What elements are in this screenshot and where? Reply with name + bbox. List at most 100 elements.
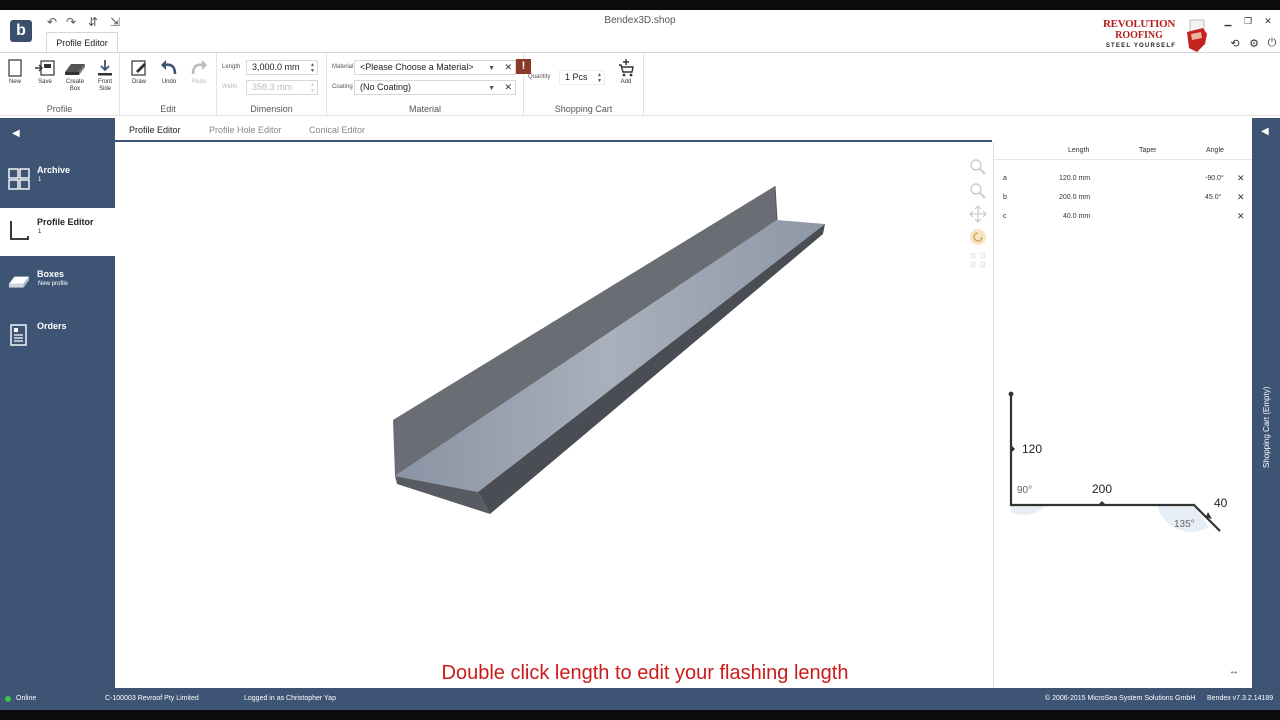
front-side-button[interactable]: Front Side [92, 59, 118, 93]
pan-icon[interactable] [969, 205, 987, 223]
sidebar-item-profile-editor[interactable]: Profile Editor 1 [0, 208, 115, 256]
group-label-profile: Profile [46, 104, 73, 114]
collapse-left-icon[interactable]: ◀ [12, 128, 20, 139]
redo-big-icon [191, 60, 207, 75]
delete-row-icon[interactable]: ✕ [1237, 211, 1245, 222]
sidebar-item-orders[interactable]: Orders [0, 312, 115, 360]
coating-select[interactable]: (No Coating) ▼ ✕ [354, 80, 516, 95]
base-face [395, 220, 825, 492]
quantity-stepper[interactable]: 1 Pcs ▲ ▼ [559, 70, 605, 85]
user-info: Logged in as Christopher Yap [244, 695, 336, 702]
undo-big-icon [161, 60, 177, 75]
new-button[interactable]: New [2, 59, 28, 86]
ribbon-group-cart: Quantity 1 Pcs ▲ ▼ Add Shopping Cart [524, 53, 644, 117]
save-button[interactable]: Save [32, 59, 58, 86]
sidebar-item-boxes[interactable]: Boxes New profile [0, 260, 115, 308]
clear-coating-icon[interactable]: ✕ [504, 81, 512, 94]
front-side-icon [98, 60, 112, 76]
brand-name-line1: REVOLUTION [1103, 18, 1175, 30]
ribbon-group-dimension: Length 3,000.0 mm ▲ ▼ Width 358.3 mm ▲ ▼ D… [217, 53, 327, 117]
segment-panel: Length Taper Angle a 120.0 mm -90.0° ✕ b… [993, 142, 1253, 688]
customer-info: C-100003 Revroof Pty Limited [105, 695, 199, 702]
draw-button[interactable]: Draw [126, 59, 152, 86]
editor-tabs: Profile Editor Profile Hole Editor Conic… [115, 118, 992, 142]
shopping-cart-title[interactable]: Shopping Cart (Empty) [1262, 378, 1274, 468]
group-label-cart: Shopping Cart [554, 104, 613, 114]
fist-icon [1187, 19, 1207, 52]
clear-material-icon[interactable]: ✕ [504, 61, 512, 74]
brand-name-line2: ROOFING [1115, 30, 1163, 41]
create-box-button[interactable]: Create Box [62, 59, 88, 93]
shopping-cart-strip[interactable]: ◀ Shopping Cart (Empty) [1252, 118, 1280, 688]
title-bar: b ↶ ↷ ⇵ ⇲ Bendex3D.shop ▁ ❐ ✕ [0, 10, 1280, 42]
brand-tagline: STEEL YOURSELF [1105, 43, 1177, 49]
draw-icon [131, 60, 146, 76]
close-icon[interactable]: ✕ [1262, 16, 1274, 27]
sync-icon[interactable]: ⟲ [1228, 37, 1242, 50]
tab-conical-editor[interactable]: Conical Editor [309, 125, 365, 135]
archive-grid-icon [8, 168, 30, 190]
cart-add-icon [619, 59, 634, 77]
view-presets-icon[interactable]: ⊡⊡ ⊡⊡ [970, 252, 990, 270]
left-sidebar: ◀ Archive 1 Profile Editor 1 Boxes New p… [0, 118, 115, 688]
expand-horizontal-icon[interactable]: ↔ [1229, 666, 1239, 677]
3d-viewport[interactable]: ⊡⊡ ⊡⊡ [115, 142, 992, 688]
length-field[interactable]: 3,000.0 mm ▲ ▼ [246, 60, 318, 75]
undo-button[interactable]: Undo [156, 59, 182, 86]
table-row[interactable]: a 120.0 mm -90.0° ✕ [994, 171, 1253, 189]
power-icon[interactable]: ⏻ [1265, 37, 1279, 50]
length-spinner[interactable]: ▲ ▼ [310, 62, 315, 74]
copyright: © 2006-2015 MicroSea System Solutions Gm… [1045, 695, 1196, 702]
width-field: 358.3 mm ▲ ▼ [246, 80, 318, 95]
save-icon [35, 60, 55, 76]
segment-a-label[interactable]: 120 [1022, 442, 1042, 456]
gear-icon[interactable]: ⚙ [1247, 37, 1261, 50]
add-to-cart-button[interactable]: Add [613, 59, 639, 86]
table-row[interactable]: c 40.0 mm ✕ [994, 209, 1253, 227]
segment-b-label[interactable]: 200 [1092, 482, 1112, 496]
group-label-dimension: Dimension [250, 104, 293, 114]
sidebar-item-archive[interactable]: Archive 1 [0, 156, 115, 204]
delete-row-icon[interactable]: ✕ [1237, 173, 1245, 184]
tab-profile-editor[interactable]: Profile Editor [129, 125, 181, 135]
ribbon-group-edit: Draw Undo Redo Edit [120, 53, 217, 117]
boxes-icon [8, 276, 30, 288]
profile-2d-drawing[interactable]: 120 200 40 90° 135° [994, 382, 1253, 552]
coating-label: Coating [332, 84, 353, 90]
window-title: Bendex3D.shop [604, 15, 676, 26]
zoom-icon[interactable] [969, 182, 987, 200]
ribbon-group-material: Material <Please Choose a Material> ▼ ✕ … [327, 53, 524, 117]
expand-cart-icon[interactable]: ◀ [1261, 126, 1269, 137]
chevron-down-icon[interactable]: ▼ [488, 82, 495, 95]
length-label: Length [222, 64, 241, 70]
material-select[interactable]: <Please Choose a Material> ▼ ✕ [354, 60, 516, 75]
status-bar: Online C-100003 Revroof Pty Limited Logg… [0, 688, 1280, 710]
angle-2-label[interactable]: 135° [1174, 519, 1195, 530]
rotate-icon[interactable] [969, 228, 987, 246]
group-label-edit: Edit [160, 104, 176, 114]
flashing-3d-model[interactable] [115, 142, 992, 688]
angle-1-label[interactable]: 90° [1017, 485, 1032, 496]
online-status-icon [5, 696, 11, 702]
tab-profile-hole-editor[interactable]: Profile Hole Editor [209, 125, 282, 135]
restore-icon[interactable]: ❐ [1242, 16, 1254, 27]
redo-button[interactable]: Redo [186, 59, 212, 86]
quantity-spinner[interactable]: ▲ ▼ [597, 72, 602, 84]
delete-row-icon[interactable]: ✕ [1237, 192, 1245, 203]
width-spinner: ▲ ▼ [310, 82, 315, 94]
segment-c-label[interactable]: 40 [1214, 496, 1228, 510]
zoom-window-icon[interactable] [969, 158, 987, 176]
table-row[interactable]: b 200.0 mm 45.0° ✕ [994, 190, 1253, 208]
group-label-material: Material [408, 104, 441, 114]
minimize-icon[interactable]: ▁ [1222, 16, 1234, 27]
app-window: b ↶ ↷ ⇵ ⇲ Bendex3D.shop ▁ ❐ ✕ REVOLUTION… [0, 10, 1280, 710]
online-status: Online [16, 695, 37, 702]
material-label: Material [332, 64, 354, 70]
ribbon: New Save Create Box Front Side Profile D… [0, 52, 1280, 117]
create-box-icon [65, 64, 85, 75]
ribbon-group-profile: New Save Create Box Front Side Profile [0, 53, 120, 117]
ribbon-tab-profile-editor[interactable]: Profile Editor [46, 32, 118, 53]
chevron-down-icon[interactable]: ▼ [488, 62, 495, 75]
profile-angle-icon [10, 221, 29, 240]
new-document-icon [8, 59, 22, 77]
